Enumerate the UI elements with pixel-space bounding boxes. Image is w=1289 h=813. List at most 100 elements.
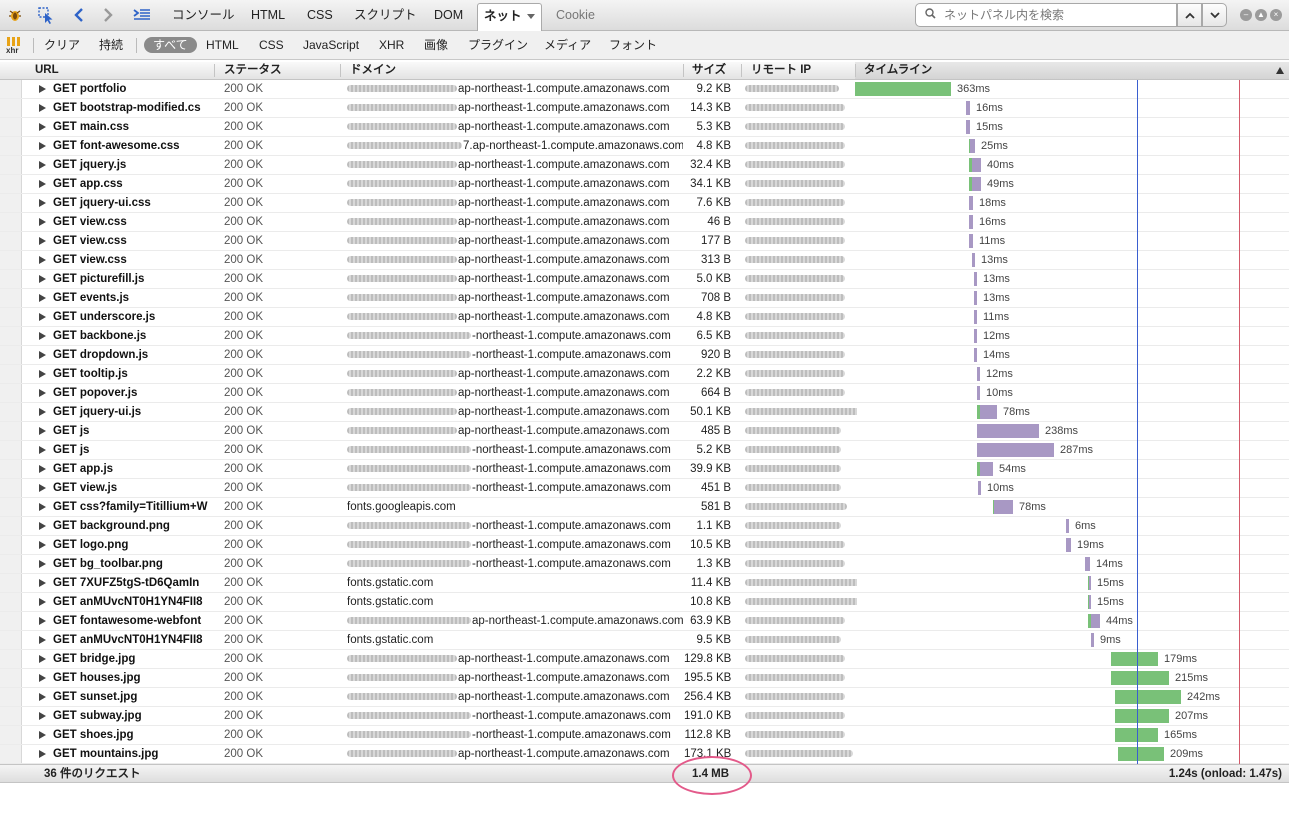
- search-input[interactable]: [942, 7, 1176, 23]
- expand-triangle-icon[interactable]: [39, 579, 46, 587]
- back-icon[interactable]: [70, 5, 88, 25]
- expand-triangle-icon[interactable]: [39, 522, 46, 530]
- table-row[interactable]: GET css?family=Titillium+W 200 OK fonts.go…: [0, 498, 1289, 517]
- expand-triangle-icon[interactable]: [39, 750, 46, 758]
- table-row[interactable]: GET sunset.jpg 200 OK ap-northeast-1.compu…: [0, 688, 1289, 707]
- request-url[interactable]: GET view.css: [53, 213, 208, 231]
- request-url[interactable]: GET app.css: [53, 175, 208, 193]
- request-url[interactable]: GET picturefill.js: [53, 270, 208, 288]
- request-url[interactable]: GET font-awesome.css: [53, 137, 208, 155]
- table-row[interactable]: GET events.js 200 OK ap-northeast-1.comput…: [0, 289, 1289, 308]
- request-url[interactable]: GET backbone.js: [53, 327, 208, 345]
- request-url[interactable]: GET mountains.jpg: [53, 745, 208, 763]
- table-row[interactable]: GET portfolio 200 OK ap-northeast-1.comput…: [0, 80, 1289, 99]
- table-row[interactable]: GET fontawesome-webfont 200 OK ap-northeas…: [0, 612, 1289, 631]
- tab-dom[interactable]: DOM: [428, 3, 469, 27]
- request-url[interactable]: GET events.js: [53, 289, 208, 307]
- expand-triangle-icon[interactable]: [39, 370, 46, 378]
- tab-html[interactable]: HTML: [245, 3, 291, 27]
- expand-triangle-icon[interactable]: [39, 199, 46, 207]
- table-row[interactable]: GET jquery-ui.js 200 OK ap-northeast-1.com…: [0, 403, 1289, 422]
- table-row[interactable]: GET jquery.js 200 OK ap-northeast-1.comput…: [0, 156, 1289, 175]
- expand-triangle-icon[interactable]: [39, 598, 46, 606]
- table-row[interactable]: GET dropdown.js 200 OK -northeast-1.comput…: [0, 346, 1289, 365]
- request-url[interactable]: GET anMUvcNT0H1YN4FII8: [53, 593, 208, 611]
- expand-triangle-icon[interactable]: [39, 560, 46, 568]
- col-remote-ip[interactable]: リモート IP: [751, 62, 811, 79]
- col-url[interactable]: URL: [35, 62, 59, 79]
- expand-triangle-icon[interactable]: [39, 617, 46, 625]
- col-domain[interactable]: ドメイン: [350, 62, 396, 79]
- filter-images[interactable]: 画像: [424, 37, 448, 53]
- request-url[interactable]: GET app.js: [53, 460, 208, 478]
- filter-plugins[interactable]: プラグイン: [468, 37, 528, 53]
- filter-media[interactable]: メディア: [544, 37, 591, 53]
- expand-triangle-icon[interactable]: [39, 446, 46, 454]
- expand-triangle-icon[interactable]: [39, 313, 46, 321]
- expand-triangle-icon[interactable]: [39, 256, 46, 264]
- close-icon[interactable]: ×: [1270, 9, 1282, 21]
- expand-triangle-icon[interactable]: [39, 503, 46, 511]
- table-row[interactable]: GET view.css 200 OK ap-northeast-1.compute…: [0, 251, 1289, 270]
- table-row[interactable]: GET js 200 OK ap-northeast-1.compute.amazo…: [0, 422, 1289, 441]
- forward-icon[interactable]: [99, 5, 117, 25]
- command-line-icon[interactable]: [131, 5, 153, 25]
- expand-triangle-icon[interactable]: [39, 104, 46, 112]
- table-row[interactable]: GET picturefill.js 200 OK ap-northeast-1.c…: [0, 270, 1289, 289]
- expand-triangle-icon[interactable]: [39, 85, 46, 93]
- request-url[interactable]: GET logo.png: [53, 536, 208, 554]
- request-url[interactable]: GET sunset.jpg: [53, 688, 208, 706]
- search-next-button[interactable]: [1202, 3, 1227, 27]
- table-row[interactable]: GET js 200 OK -northeast-1.compute.amazona…: [0, 441, 1289, 460]
- table-row[interactable]: GET view.css 200 OK ap-northeast-1.compute…: [0, 232, 1289, 251]
- chevron-down-icon[interactable]: [526, 14, 535, 20]
- minimize-icon[interactable]: –: [1240, 9, 1252, 21]
- table-row[interactable]: GET subway.jpg 200 OK -northeast-1.compute…: [0, 707, 1289, 726]
- expand-triangle-icon[interactable]: [39, 389, 46, 397]
- request-url[interactable]: GET tooltip.js: [53, 365, 208, 383]
- filter-xhr[interactable]: XHR: [379, 37, 404, 53]
- expand-triangle-icon[interactable]: [39, 180, 46, 188]
- request-url[interactable]: GET jquery.js: [53, 156, 208, 174]
- request-url[interactable]: GET jquery-ui.css: [53, 194, 208, 212]
- expand-triangle-icon[interactable]: [39, 275, 46, 283]
- tab-script[interactable]: スクリプト: [348, 3, 423, 27]
- expand-triangle-icon[interactable]: [39, 294, 46, 302]
- expand-triangle-icon[interactable]: [39, 142, 46, 150]
- request-url[interactable]: GET dropdown.js: [53, 346, 208, 364]
- table-row[interactable]: GET anMUvcNT0H1YN4FII8 200 OK fonts.gstati…: [0, 593, 1289, 612]
- expand-triangle-icon[interactable]: [39, 655, 46, 663]
- request-url[interactable]: GET anMUvcNT0H1YN4FII8: [53, 631, 208, 649]
- request-url[interactable]: GET popover.js: [53, 384, 208, 402]
- xhr-spy-icon[interactable]: xhr: [6, 37, 22, 55]
- request-url[interactable]: GET fontawesome-webfont: [53, 612, 208, 630]
- expand-triangle-icon[interactable]: [39, 237, 46, 245]
- table-row[interactable]: GET background.png 200 OK -northeast-1.com…: [0, 517, 1289, 536]
- request-url[interactable]: GET underscore.js: [53, 308, 208, 326]
- expand-triangle-icon[interactable]: [39, 541, 46, 549]
- table-row[interactable]: GET app.css 200 OK ap-northeast-1.compute.…: [0, 175, 1289, 194]
- firebug-icon[interactable]: [6, 5, 24, 25]
- expand-triangle-icon[interactable]: [39, 408, 46, 416]
- col-timeline[interactable]: タイムライン: [864, 62, 932, 79]
- request-url[interactable]: GET background.png: [53, 517, 208, 535]
- sort-ascending-icon[interactable]: [1276, 67, 1284, 74]
- expand-triangle-icon[interactable]: [39, 351, 46, 359]
- request-url[interactable]: GET view.css: [53, 251, 208, 269]
- table-row[interactable]: GET bg_toolbar.png 200 OK -northeast-1.com…: [0, 555, 1289, 574]
- table-row[interactable]: GET anMUvcNT0H1YN4FII8 200 OK fonts.gstati…: [0, 631, 1289, 650]
- clear-button[interactable]: クリア: [44, 37, 80, 53]
- expand-triangle-icon[interactable]: [39, 465, 46, 473]
- expand-triangle-icon[interactable]: [39, 484, 46, 492]
- request-url[interactable]: GET main.css: [53, 118, 208, 136]
- expand-triangle-icon[interactable]: [39, 674, 46, 682]
- expand-triangle-icon[interactable]: [39, 332, 46, 340]
- tab-cookie[interactable]: Cookie: [550, 3, 601, 27]
- request-url[interactable]: GET houses.jpg: [53, 669, 208, 687]
- expand-triangle-icon[interactable]: [39, 218, 46, 226]
- request-url[interactable]: GET bridge.jpg: [53, 650, 208, 668]
- table-row[interactable]: GET backbone.js 200 OK -northeast-1.comput…: [0, 327, 1289, 346]
- table-row[interactable]: GET shoes.jpg 200 OK -northeast-1.compute.…: [0, 726, 1289, 745]
- table-row[interactable]: GET bootstrap-modified.cs 200 OK ap-northe…: [0, 99, 1289, 118]
- detach-icon[interactable]: ▲: [1255, 9, 1267, 21]
